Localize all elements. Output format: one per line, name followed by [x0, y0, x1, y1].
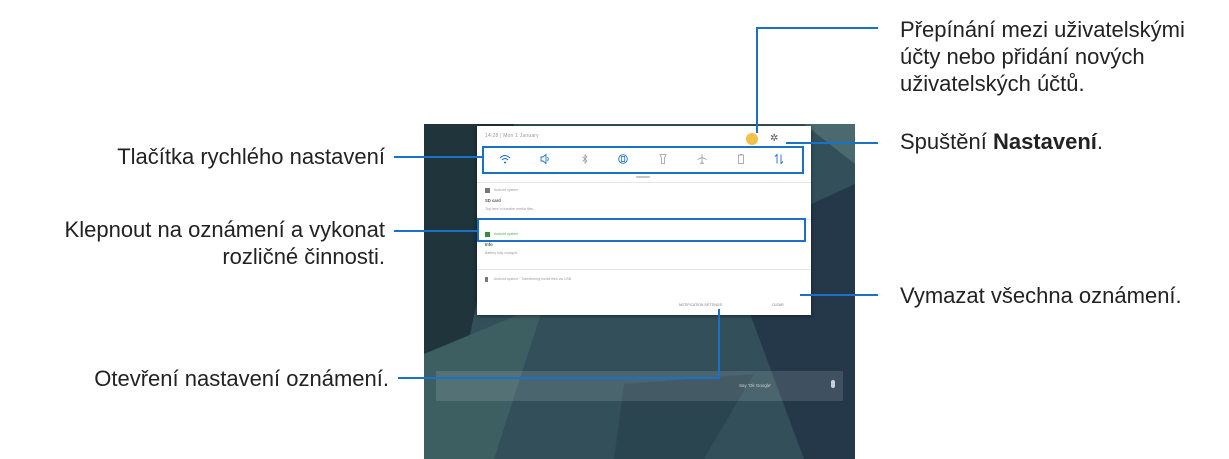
label-line: Přepínání mezi uživatelskými: [900, 17, 1185, 42]
settings-label: Spuštění Nastavení.: [900, 128, 1103, 155]
open-notification-settings-label: Otevření nastavení oznámení.: [94, 366, 389, 391]
label-line: rozličné činnosti.: [222, 244, 385, 269]
clear-all-label: Vymazat všechna oznámení.: [900, 283, 1182, 308]
label-text: Spuštění: [900, 129, 993, 154]
label-text: .: [1096, 129, 1104, 154]
tap-notification-label: Klepnout na oznámení a vykonat rozličné …: [65, 216, 385, 270]
label-line: uživatelských účtů.: [900, 71, 1085, 96]
label-bold-text: Nastavení: [992, 129, 1097, 154]
account-switch-label: Přepínání mezi uživatelskými účty nebo p…: [900, 16, 1185, 97]
label-line: Klepnout na oznámení a vykonat: [64, 217, 385, 242]
quick-settings-label: Tlačítka rychlého nastavení: [117, 144, 385, 169]
label-line: účty nebo přidání nových: [900, 44, 1145, 69]
